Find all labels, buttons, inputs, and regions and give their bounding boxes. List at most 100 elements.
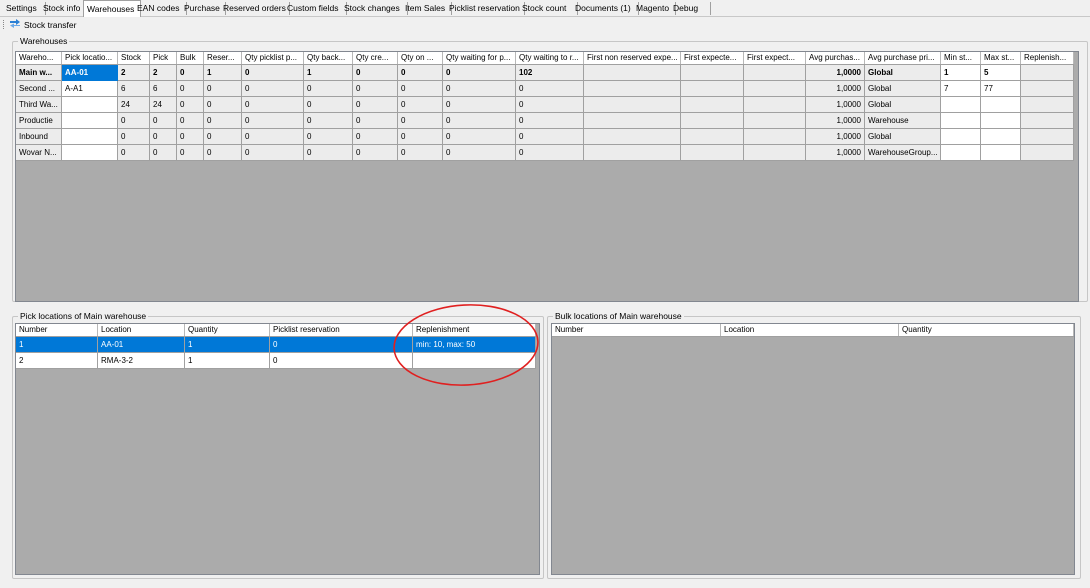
warehouses-cell-min-st[interactable] (941, 97, 981, 113)
warehouses-cell-first-expecte[interactable] (681, 97, 744, 113)
warehouses-row[interactable]: Inbound 0 0 0 0 0 0 0 0 0 0 1,0000 Global (16, 129, 1074, 145)
warehouses-cell-qty-back[interactable]: 0 (304, 145, 353, 161)
warehouses-cell-wareho[interactable]: Third Wa... (16, 97, 62, 113)
warehouses-cell-max-st[interactable]: 5 (981, 65, 1021, 81)
warehouses-cell-avg-purchas[interactable]: 1,0000 (806, 97, 865, 113)
warehouses-cell-qty-on[interactable]: 0 (398, 81, 443, 97)
warehouses-cell-qty-on[interactable]: 0 (398, 145, 443, 161)
warehouses-cell-pick[interactable]: 0 (150, 113, 177, 129)
warehouses-cell-pick-locatio[interactable] (62, 145, 118, 161)
warehouses-cell-qty-waiting-to-r[interactable]: 0 (516, 113, 584, 129)
pick-locations-row[interactable]: 2 RMA-3-2 1 0 (16, 353, 536, 369)
warehouses-cell-replenish[interactable] (1021, 129, 1074, 145)
warehouses-cell-avg-purchas[interactable]: 1,0000 (806, 113, 865, 129)
warehouses-cell-pick[interactable]: 0 (150, 145, 177, 161)
warehouses-cell-qty-waiting-to-r[interactable]: 102 (516, 65, 584, 81)
tab-item-sales[interactable]: Item Sales (402, 2, 452, 15)
warehouses-cell-max-st[interactable]: 77 (981, 81, 1021, 97)
warehouses-cell-qty-picklist-p[interactable]: 0 (242, 97, 304, 113)
warehouses-col-qty-waiting-to-r[interactable]: Qty waiting to r... (516, 52, 584, 64)
warehouses-cell-replenish[interactable] (1021, 113, 1074, 129)
pick-locations-cell-picklist-reservation[interactable]: 0 (270, 337, 413, 353)
warehouses-cell-qty-waiting-to-r[interactable]: 0 (516, 81, 584, 97)
warehouses-cell-first-non-reserved-expe[interactable] (584, 145, 681, 161)
warehouses-cell-qty-waiting-for-p[interactable]: 0 (443, 129, 516, 145)
warehouses-cell-qty-on[interactable]: 0 (398, 65, 443, 81)
warehouses-cell-max-st[interactable] (981, 113, 1021, 129)
warehouses-cell-pick-locatio[interactable] (62, 129, 118, 145)
warehouses-cell-reser[interactable]: 0 (204, 145, 242, 161)
warehouses-cell-avg-purchase-pri[interactable]: Global (865, 65, 941, 81)
warehouses-cell-first-expect[interactable] (744, 81, 806, 97)
warehouses-cell-qty-cre[interactable]: 0 (353, 97, 398, 113)
warehouses-cell-avg-purchase-pri[interactable]: Global (865, 97, 941, 113)
warehouses-cell-stock[interactable]: 0 (118, 129, 150, 145)
warehouses-cell-qty-cre[interactable]: 0 (353, 81, 398, 97)
warehouses-col-wareho[interactable]: Wareho... (16, 52, 62, 64)
warehouses-row[interactable]: Second ... A-A1 6 6 0 0 0 0 0 0 0 0 1,0000 Global 7 77 (16, 81, 1074, 97)
warehouses-cell-qty-picklist-p[interactable]: 0 (242, 113, 304, 129)
warehouses-cell-avg-purchas[interactable]: 1,0000 (806, 65, 865, 81)
warehouses-cell-first-expect[interactable] (744, 113, 806, 129)
warehouses-col-qty-waiting-for-p[interactable]: Qty waiting for p... (443, 52, 516, 64)
warehouses-cell-first-expect[interactable] (744, 129, 806, 145)
pick-locations-row[interactable]: 1 AA-01 1 0 min: 10, max: 50 (16, 337, 536, 353)
warehouses-cell-pick[interactable]: 0 (150, 129, 177, 145)
warehouses-cell-qty-back[interactable]: 0 (304, 129, 353, 145)
warehouses-col-replenish[interactable]: Replenish... (1021, 52, 1074, 64)
warehouses-cell-avg-purchase-pri[interactable]: Global (865, 129, 941, 145)
pick-locations-cell-replenishment[interactable] (413, 353, 536, 369)
warehouses-cell-qty-waiting-to-r[interactable]: 0 (516, 129, 584, 145)
tab-stock-count[interactable]: Stock count (519, 2, 578, 15)
warehouses-row[interactable]: Productie 0 0 0 0 0 0 0 0 0 0 1,0000 Warehouse (16, 113, 1074, 129)
warehouses-cell-qty-on[interactable]: 0 (398, 113, 443, 129)
tab-stock-changes[interactable]: Stock changes (341, 2, 408, 15)
warehouses-cell-first-non-reserved-expe[interactable] (584, 65, 681, 81)
warehouses-cell-first-non-reserved-expe[interactable] (584, 97, 681, 113)
warehouses-cell-qty-waiting-to-r[interactable]: 0 (516, 145, 584, 161)
warehouses-cell-first-non-reserved-expe[interactable] (584, 113, 681, 129)
warehouses-cell-bulk[interactable]: 0 (177, 113, 204, 129)
warehouses-grid[interactable]: Wareho... Pick locatio... Stock Pick Bulk Res… (15, 51, 1079, 302)
tab-debug[interactable]: Debug (670, 2, 711, 15)
tab-warehouses[interactable]: Warehouses (83, 0, 141, 17)
warehouses-cell-pick-locatio[interactable]: AA-01 (62, 65, 118, 81)
warehouses-cell-qty-back[interactable]: 0 (304, 113, 353, 129)
warehouses-cell-qty-picklist-p[interactable]: 0 (242, 129, 304, 145)
warehouses-col-first-expect[interactable]: First expect... (744, 52, 806, 64)
warehouses-cell-stock[interactable]: 24 (118, 97, 150, 113)
bulk-locations-col-location[interactable]: Location (721, 324, 899, 336)
warehouses-cell-first-non-reserved-expe[interactable] (584, 129, 681, 145)
warehouses-cell-first-non-reserved-expe[interactable] (584, 81, 681, 97)
warehouses-col-stock[interactable]: Stock (118, 52, 150, 64)
warehouses-cell-bulk[interactable]: 0 (177, 129, 204, 145)
warehouses-cell-first-expecte[interactable] (681, 145, 744, 161)
warehouses-cell-min-st[interactable] (941, 113, 981, 129)
pick-locations-cell-quantity[interactable]: 1 (185, 353, 270, 369)
warehouses-col-avg-purchase-pri[interactable]: Avg purchase pri... (865, 52, 941, 64)
warehouses-cell-wareho[interactable]: Inbound (16, 129, 62, 145)
warehouses-cell-wareho[interactable]: Main w... (16, 65, 62, 81)
pick-locations-cell-replenishment[interactable]: min: 10, max: 50 (413, 337, 536, 353)
warehouses-cell-wareho[interactable]: Second ... (16, 81, 62, 97)
warehouses-cell-qty-waiting-for-p[interactable]: 0 (443, 145, 516, 161)
warehouses-col-first-expecte[interactable]: First expecte... (681, 52, 744, 64)
stock-transfer-button[interactable]: Stock transfer (9, 18, 76, 31)
tab-custom-fields[interactable]: Custom fields (284, 2, 347, 15)
warehouses-cell-qty-waiting-for-p[interactable]: 0 (443, 65, 516, 81)
warehouses-cell-qty-cre[interactable]: 0 (353, 145, 398, 161)
warehouses-cell-reser[interactable]: 0 (204, 113, 242, 129)
warehouses-cell-stock[interactable]: 0 (118, 145, 150, 161)
warehouses-cell-avg-purchas[interactable]: 1,0000 (806, 81, 865, 97)
warehouses-cell-first-expecte[interactable] (681, 81, 744, 97)
warehouses-col-bulk[interactable]: Bulk (177, 52, 204, 64)
tab-ean-codes[interactable]: EAN codes (134, 2, 187, 15)
warehouses-cell-qty-picklist-p[interactable]: 0 (242, 145, 304, 161)
warehouses-cell-qty-waiting-for-p[interactable]: 0 (443, 97, 516, 113)
warehouses-col-reser[interactable]: Reser... (204, 52, 242, 64)
warehouses-cell-qty-on[interactable]: 0 (398, 97, 443, 113)
warehouses-cell-pick-locatio[interactable]: A-A1 (62, 81, 118, 97)
warehouses-col-min-st[interactable]: Min st... (941, 52, 981, 64)
pick-locations-col-replenishment[interactable]: Replenishment (413, 324, 536, 336)
warehouses-cell-replenish[interactable] (1021, 145, 1074, 161)
